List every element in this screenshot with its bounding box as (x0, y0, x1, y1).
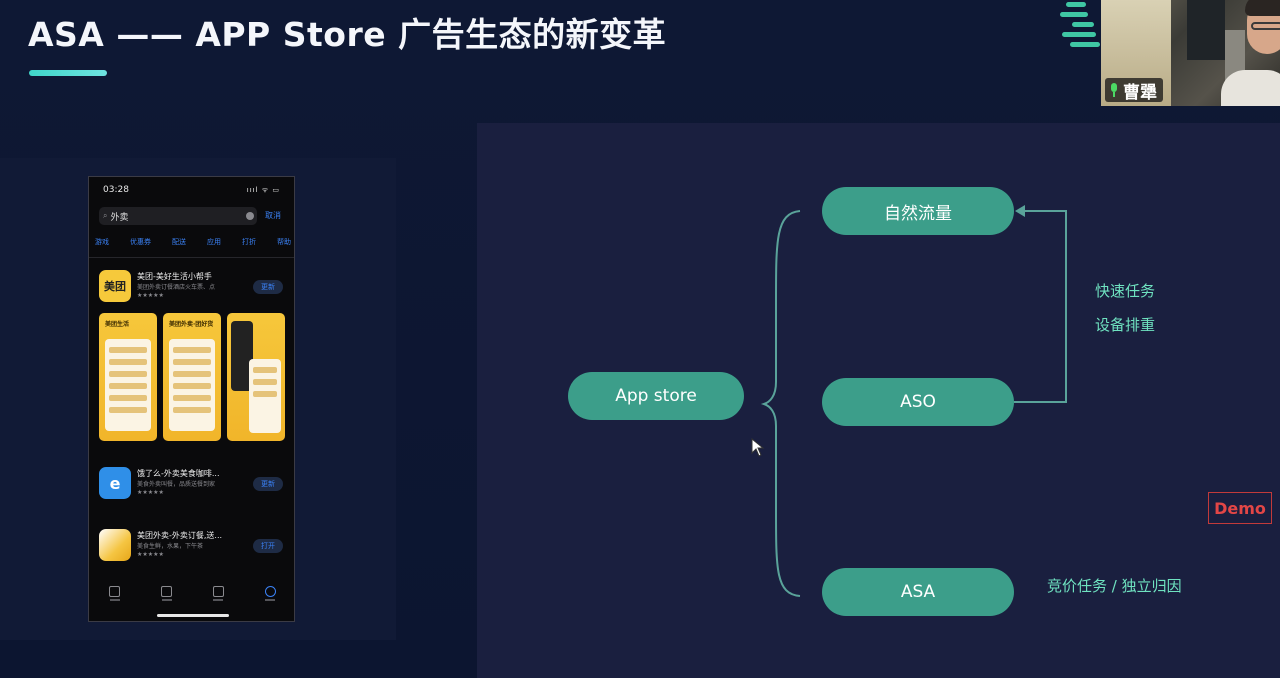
note-asa-tasks: 竞价任务 / 独立归因 (1047, 577, 1182, 595)
note-device-dedup: 设备排重 (1095, 316, 1156, 334)
asa-node: ASA (822, 568, 1014, 616)
demo-label: Demo (1208, 492, 1272, 524)
app-store-node: App store (568, 372, 744, 420)
arrow-head-icon (1015, 205, 1025, 217)
bracket-connector (760, 210, 801, 597)
mouse-cursor-icon (751, 438, 765, 457)
feedback-arrow (1014, 210, 1067, 403)
organic-traffic-node: 自然流量 (822, 187, 1014, 235)
aso-node: ASO (822, 378, 1014, 426)
note-quick-task: 快速任务 (1095, 282, 1156, 300)
